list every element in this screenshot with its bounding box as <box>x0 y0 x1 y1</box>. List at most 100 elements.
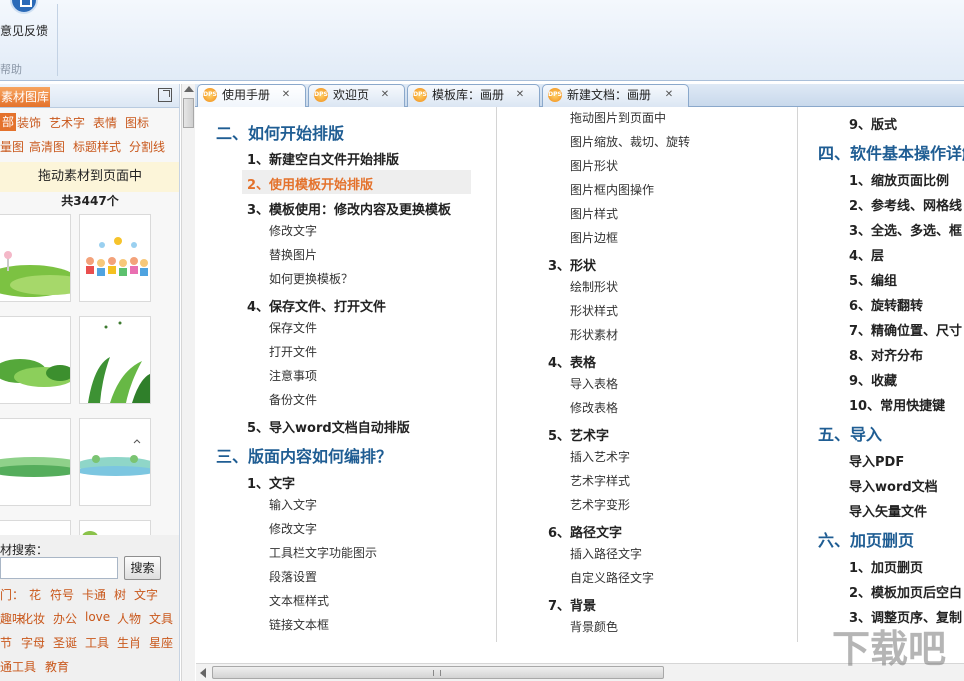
manual-link[interactable]: 8、对齐分布 <box>849 345 923 364</box>
manual-link[interactable]: 9、版式 <box>849 114 897 133</box>
manual-link[interactable]: 1、新建空白文件开始排版 <box>247 149 399 168</box>
manual-link[interactable]: 6、旋转翻转 <box>849 295 923 314</box>
manual-sublink[interactable]: 图片框内图操作 <box>570 181 654 198</box>
keyword-link[interactable]: 花 <box>29 586 41 603</box>
keyword-link[interactable]: 通工具 <box>0 658 36 675</box>
tab-user-manual[interactable]: DPS 使用手册 ✕ <box>197 84 306 108</box>
category-icons[interactable]: 图标 <box>125 114 149 131</box>
scrollbar-thumb[interactable] <box>212 666 664 679</box>
keyword-link[interactable]: 树 <box>114 586 126 603</box>
keyword-link[interactable]: 节 <box>0 634 12 651</box>
material-thumbnail[interactable] <box>79 316 151 404</box>
manual-sublink[interactable]: 修改文字 <box>269 222 317 239</box>
close-icon[interactable]: ✕ <box>379 90 391 100</box>
manual-sublink[interactable]: 打开文件 <box>269 343 317 360</box>
manual-sublink[interactable]: 形状样式 <box>570 302 618 319</box>
manual-sublink[interactable]: 修改文字 <box>269 520 317 537</box>
manual-link[interactable]: 7、精确位置、尺寸 <box>849 320 962 339</box>
section-heading[interactable]: 四、软件基本操作详解 <box>818 140 964 164</box>
category-hd[interactable]: 高清图 <box>29 138 65 155</box>
manual-sublink[interactable]: 文本框样式 <box>269 592 329 609</box>
manual-link[interactable]: 3、全选、多选、框 <box>849 220 962 239</box>
scrollbar-thumb[interactable] <box>183 98 194 128</box>
manual-sublink[interactable]: 输入文字 <box>269 496 317 513</box>
category-title-style[interactable]: 标题样式 <box>73 138 121 155</box>
category-all[interactable]: 部 <box>0 113 17 131</box>
category-vector[interactable]: 量图 <box>0 138 24 155</box>
category-emoji[interactable]: 表情 <box>93 114 117 131</box>
manual-link[interactable]: 4、层 <box>849 245 884 264</box>
material-thumbnail[interactable] <box>0 214 71 302</box>
manual-link[interactable]: 导入PDF <box>849 451 904 470</box>
manual-sublink[interactable]: 艺术字样式 <box>570 472 630 489</box>
keyword-link[interactable]: 人物 <box>117 610 141 627</box>
manual-link[interactable]: 导入矢量文件 <box>849 501 927 520</box>
scroll-up-icon[interactable] <box>184 86 194 92</box>
section-heading[interactable]: 二、如何开始排版 <box>216 120 344 144</box>
keyword-link[interactable]: 符号 <box>50 586 74 603</box>
feedback-button[interactable]: 意见反馈 <box>0 22 48 39</box>
keyword-link[interactable]: 化妆 <box>21 610 45 627</box>
manual-sublink[interactable]: 插入路径文字 <box>570 545 642 562</box>
manual-link[interactable]: 1、文字 <box>247 473 295 492</box>
manual-sublink[interactable]: 插入艺术字 <box>570 448 630 465</box>
manual-sublink[interactable]: 导入表格 <box>570 375 618 392</box>
manual-link[interactable]: 4、保存文件、打开文件 <box>247 296 386 315</box>
manual-link[interactable]: 6、路径文字 <box>548 522 622 541</box>
keyword-link[interactable]: 圣诞 <box>53 634 77 651</box>
keyword-link[interactable]: love <box>85 610 110 624</box>
manual-link[interactable]: 1、缩放页面比例 <box>849 170 949 189</box>
section-heading[interactable]: 五、导入 <box>818 421 882 445</box>
keyword-link[interactable]: 卡通 <box>82 586 106 603</box>
keyword-link[interactable]: 办公 <box>53 610 77 627</box>
manual-link[interactable]: 9、收藏 <box>849 370 897 389</box>
keyword-link[interactable]: 文具 <box>149 610 173 627</box>
manual-sublink[interactable]: 段落设置 <box>269 568 317 585</box>
section-heading[interactable]: 三、版面内容如何编排？ <box>216 443 392 467</box>
manual-sublink[interactable]: 链接文本框 <box>269 616 329 633</box>
close-icon[interactable]: ✕ <box>514 90 526 100</box>
manual-link[interactable]: 5、编组 <box>849 270 897 289</box>
tab-new-document[interactable]: DPS 新建文档：画册 ✕ <box>542 84 689 107</box>
material-thumbnail[interactable] <box>0 316 71 404</box>
close-icon[interactable]: ✕ <box>663 90 675 100</box>
scroll-left-icon[interactable] <box>200 668 206 678</box>
search-input[interactable] <box>0 557 118 579</box>
material-thumbnail[interactable] <box>0 418 71 506</box>
manual-link[interactable]: 1、加页删页 <box>849 557 923 576</box>
keyword-link[interactable]: 字母 <box>21 634 45 651</box>
tab-welcome[interactable]: DPS 欢迎页 ✕ <box>308 84 405 107</box>
keyword-link[interactable]: 教育 <box>45 658 69 675</box>
manual-link-selected[interactable]: 2、使用模板开始排版 <box>247 174 373 193</box>
manual-sublink[interactable]: 备份文件 <box>269 391 317 408</box>
manual-link[interactable]: 3、形状 <box>548 255 596 274</box>
keyword-link[interactable]: 生肖 <box>117 634 141 651</box>
search-button[interactable]: 搜索 <box>124 556 161 580</box>
keyword-link[interactable]: 工具 <box>85 634 109 651</box>
category-divider[interactable]: 分割线 <box>129 138 165 155</box>
manual-link[interactable]: 7、背景 <box>548 595 596 614</box>
manual-sublink[interactable]: 图片形状 <box>570 157 618 174</box>
manual-sublink[interactable]: 图片边框 <box>570 229 618 246</box>
material-thumbnail[interactable] <box>79 214 151 302</box>
manual-link[interactable]: 5、导入word文档自动排版 <box>247 417 410 436</box>
tab-template-library[interactable]: DPS 模板库：画册 ✕ <box>407 84 540 107</box>
manual-sublink[interactable]: 图片样式 <box>570 205 618 222</box>
expand-icon[interactable] <box>158 88 172 102</box>
manual-sublink[interactable]: 背景颜色 <box>570 618 618 635</box>
manual-link[interactable]: 5、艺术字 <box>548 425 609 444</box>
manual-sublink[interactable]: 绘制形状 <box>570 278 618 295</box>
panel-scrollbar[interactable] <box>181 84 195 681</box>
manual-sublink[interactable]: 如何更换模板？ <box>269 270 353 287</box>
keyword-link[interactable]: 星座 <box>149 634 173 651</box>
manual-sublink[interactable]: 注意事项 <box>269 367 317 384</box>
manual-sublink[interactable]: 替换图片 <box>269 246 317 263</box>
manual-sublink[interactable]: 形状素材 <box>570 326 618 343</box>
feedback-icon[interactable] <box>10 0 38 14</box>
manual-sublink[interactable]: 艺术字变形 <box>570 496 630 513</box>
manual-sublink[interactable]: 保存文件 <box>269 319 317 336</box>
manual-link[interactable]: 10、常用快捷键 <box>849 395 945 414</box>
category-decoration[interactable]: 装饰 <box>17 114 41 131</box>
material-library-tab[interactable]: 素材图库 <box>0 87 50 107</box>
manual-link[interactable]: 2、模板加页后空白 <box>849 582 962 601</box>
